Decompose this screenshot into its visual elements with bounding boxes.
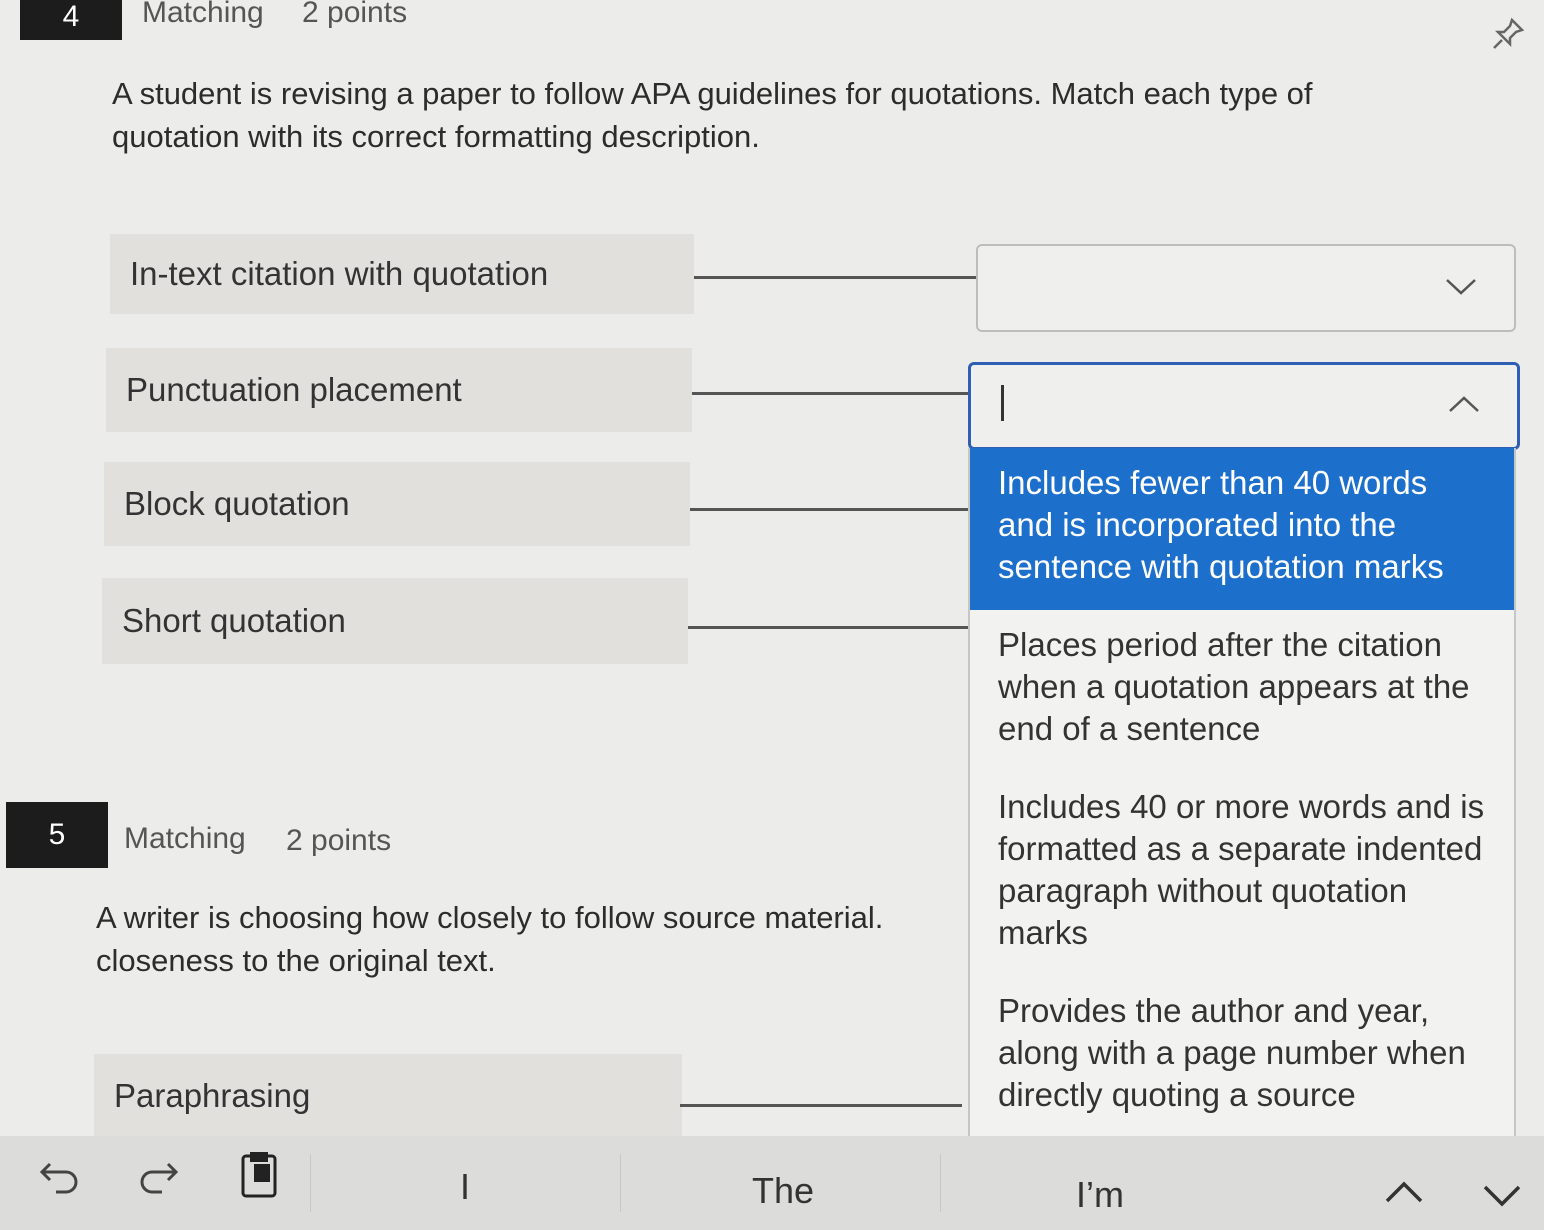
answer-select-in-text-citation[interactable] [976, 244, 1516, 332]
question-number-4: 4 [20, 0, 122, 40]
question-points-5: 2 points [286, 824, 392, 857]
chevron-up-icon[interactable] [1384, 1170, 1424, 1215]
question-prompt-5: A writer is choosing how closely to foll… [96, 900, 884, 978]
redo-icon[interactable] [136, 1154, 180, 1208]
term-punctuation-placement: Punctuation placement [106, 348, 692, 432]
option-fewer-than-40-words[interactable]: Includes fewer than 40 words and is inco… [970, 448, 1514, 610]
undo-icon[interactable] [38, 1154, 82, 1208]
term-paraphrasing: Paraphrasing [94, 1054, 682, 1138]
connector-line [680, 1104, 962, 1107]
option-author-and-year[interactable]: Provides the author and year, along with… [970, 976, 1514, 1136]
connector-line [688, 626, 970, 629]
text-cursor [1001, 385, 1004, 421]
chevron-down-icon [1444, 268, 1478, 305]
question-type-5: Matching [124, 822, 246, 855]
question-type-4: Matching [142, 0, 264, 29]
dropdown-listbox[interactable]: Includes fewer than 40 words and is inco… [968, 448, 1516, 1138]
question-points-4: 2 points [302, 0, 408, 29]
answer-select-punctuation-placement[interactable] [968, 362, 1520, 450]
keyboard-toolbar: I The I’m [0, 1136, 1544, 1230]
pin-icon[interactable] [1490, 16, 1526, 60]
divider [310, 1154, 311, 1212]
suggestion-2[interactable]: The [752, 1170, 814, 1212]
chevron-up-icon [1447, 387, 1481, 424]
connector-line [692, 392, 970, 395]
suggestion-3[interactable]: I’m [1076, 1174, 1124, 1216]
suggestion-1[interactable]: I [460, 1166, 470, 1208]
connector-line [690, 508, 970, 511]
option-period-after-citation[interactable]: Places period after the citation when a … [970, 610, 1514, 772]
question-number-5: 5 [6, 802, 108, 868]
question-prompt-4: A student is revising a paper to follow … [112, 76, 1313, 154]
divider [620, 1154, 621, 1212]
term-in-text-citation: In-text citation with quotation [110, 234, 694, 314]
connector-line [694, 276, 976, 279]
divider [940, 1154, 941, 1212]
option-40-or-more-words[interactable]: Includes 40 or more words and is formatt… [970, 772, 1514, 976]
term-short-quotation: Short quotation [102, 578, 688, 664]
term-block-quotation: Block quotation [104, 462, 690, 546]
clipboard-icon[interactable] [238, 1150, 282, 1210]
chevron-down-icon[interactable] [1482, 1174, 1522, 1219]
